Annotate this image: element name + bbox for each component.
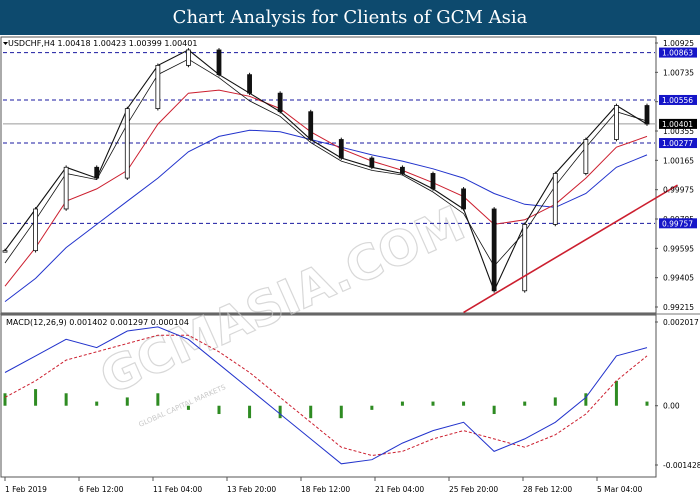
macd-tick-label: 0.002017 — [663, 318, 699, 327]
macd-main-line — [4, 326, 648, 465]
candle-body — [614, 105, 619, 140]
time-tick-label: 28 Feb 12:00 — [523, 485, 572, 494]
candle-body — [430, 173, 436, 190]
ma-fast-line — [4, 58, 648, 267]
candle-body — [94, 166, 100, 179]
price-tick-label: 0.99595 — [663, 244, 694, 253]
macd-tick-label: -0.001428 — [663, 461, 700, 470]
level-label: 0.99757 — [662, 219, 693, 228]
candle-body — [369, 157, 375, 168]
candle-body — [338, 139, 344, 159]
macd-tick-label: 0.00 — [663, 402, 680, 411]
candle-body — [461, 188, 466, 210]
time-tick-label: 11 Feb 04:00 — [153, 485, 202, 494]
candle-body — [308, 111, 314, 140]
candle-body — [124, 108, 130, 179]
level-label: 1.00277 — [662, 139, 693, 148]
candle-body — [63, 166, 69, 210]
price-tick-label: 1.00165 — [663, 156, 694, 165]
macd-axis: 0.002017 0.00 -0.001428 — [655, 318, 700, 470]
candle-body — [33, 208, 38, 252]
current-price-label: 1.00401 — [662, 120, 693, 129]
price-axis: 1.009251.007351.005451.003551.001650.999… — [655, 39, 697, 312]
time-axis: 1 Feb 2019 6 Feb 12:00 11 Feb 04:00 13 Feb … — [4, 477, 643, 494]
price-tick-label: 1.00925 — [663, 39, 694, 48]
watermark-text: GCMASIA.COM — [92, 195, 473, 406]
price-tick-label: 0.99975 — [663, 186, 694, 195]
watermark: GCMASIA.COM GLOBAL CAPITAL MARKETS — [92, 195, 474, 429]
price-tick-label: 0.99405 — [663, 274, 694, 283]
macd-info-label: MACD(12,26,9) 0.001402 0.001297 0.000104 — [6, 318, 189, 327]
price-tick-label: 0.99215 — [663, 303, 694, 312]
candle-body — [155, 64, 161, 110]
time-tick-label: 5 Mar 04:00 — [597, 485, 643, 494]
time-tick-label: 21 Feb 04:00 — [375, 485, 424, 494]
macd-panel-frame — [0, 314, 657, 478]
candle-body — [2, 250, 8, 253]
time-tick-label: 18 Feb 12:00 — [301, 485, 350, 494]
macd-plot — [3, 326, 649, 465]
candle-body — [644, 105, 650, 125]
candle-body — [186, 49, 191, 66]
time-tick-label: 25 Feb 20:00 — [449, 485, 498, 494]
time-tick-label: 1 Feb 2019 — [5, 485, 47, 494]
candle-body — [216, 49, 222, 76]
time-tick-label: 13 Feb 20:00 — [227, 485, 276, 494]
time-tick-label: 6 Feb 12:00 — [79, 485, 124, 494]
price-tick-label: 1.00735 — [663, 68, 694, 77]
level-label: 1.00863 — [662, 49, 693, 58]
candle-body — [247, 74, 252, 94]
candle-body — [491, 208, 497, 292]
level-label: 1.00556 — [662, 96, 693, 105]
candle-body — [552, 173, 558, 225]
page-title: Chart Analysis for Clients of GCM Asia — [172, 7, 528, 28]
candle-body — [583, 139, 589, 174]
candle-body — [400, 166, 405, 174]
price-info-label: USDCHF,H4 1.00418 1.00423 1.00399 1.0040… — [8, 39, 197, 48]
candle-body — [277, 92, 283, 113]
chart-canvas: GCMASIA.COM GLOBAL CAPITAL MARKETS 1.009… — [0, 36, 700, 494]
chart-banner: Chart Analysis for Clients of GCM Asia — [0, 0, 700, 35]
candle-body — [522, 224, 528, 292]
